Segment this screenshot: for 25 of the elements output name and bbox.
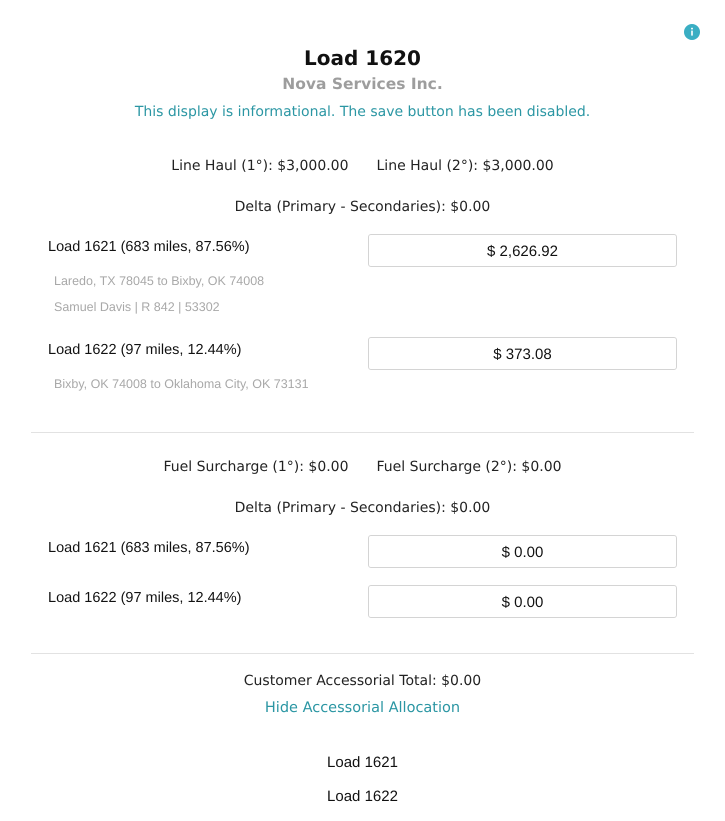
load-detail-text: Laredo, TX 78045 to Bixby, OK 74008 — [54, 273, 266, 290]
delta-text: Delta (Primary - Secondaries): $0.00 — [234, 198, 490, 217]
amount-field[interactable]: $ 2,626.92 — [368, 234, 677, 267]
total-text: Fuel Surcharge (1°): $0.00 — [163, 458, 348, 477]
load-name: Load 1621 — [327, 754, 398, 772]
load-label: Load 1622 (97 miles, 12.44%) — [48, 341, 242, 359]
notice-text: This display is informational. The save button has been disabled. — [134, 103, 590, 122]
load-label: Load 1621 (683 miles, 87.56%) — [48, 539, 251, 557]
amount-field[interactable]: $ 373.08 — [368, 337, 677, 370]
customer-name: Nova Services Inc. — [282, 74, 443, 95]
load-detail-text: Samuel Davis | R 842 | 53302 — [54, 299, 221, 316]
delta-text: Delta (Primary - Secondaries): $0.00 — [234, 499, 490, 518]
total-text: Line Haul (1°): $3,000.00 — [171, 157, 348, 176]
total-text: Fuel Surcharge (2°): $0.00 — [376, 458, 562, 477]
amount-field[interactable]: $ 0.00 — [368, 535, 677, 568]
info-icon[interactable] — [684, 24, 700, 40]
load-label: Load 1621 (683 miles, 87.56%) — [48, 238, 251, 256]
total-text: Line Haul (2°): $3,000.00 — [376, 157, 554, 176]
load-title: Load 1620 — [304, 46, 421, 70]
load-label: Load 1622 (97 miles, 12.44%) — [48, 589, 242, 607]
accessorial-total-text: Customer Accessorial Total: $0.00 — [244, 672, 482, 691]
load-name: Load 1622 — [327, 788, 398, 806]
amount-field[interactable]: $ 0.00 — [368, 585, 677, 618]
hide-allocation-link[interactable]: Hide Accessorial Allocation — [264, 698, 460, 718]
load-detail-text: Bixby, OK 74008 to Oklahoma City, OK 73131 — [54, 376, 310, 393]
